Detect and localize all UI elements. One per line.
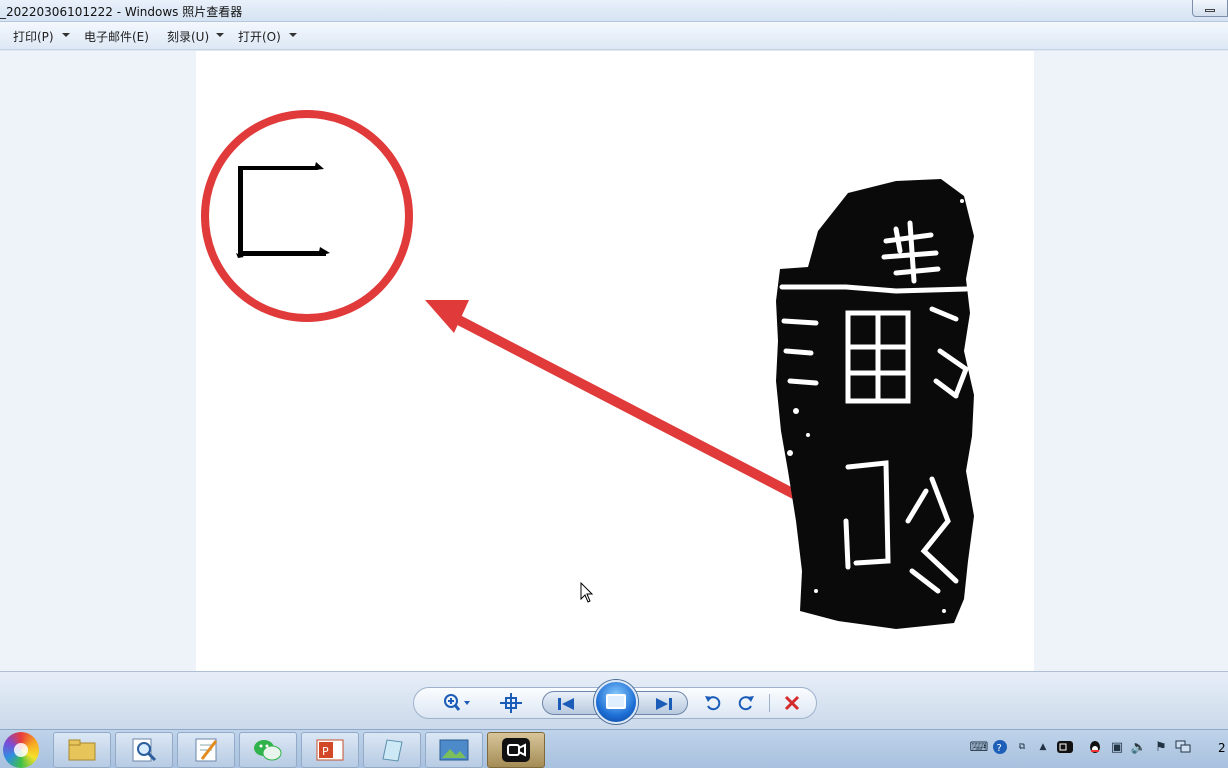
delete-button[interactable] bbox=[777, 688, 807, 718]
show-hidden-icons[interactable]: ▲ bbox=[1034, 738, 1052, 756]
keyboard-icon[interactable]: ⌨ bbox=[970, 738, 989, 756]
next-button[interactable] bbox=[649, 689, 679, 719]
zoom-button[interactable] bbox=[440, 688, 474, 718]
qq-icon[interactable] bbox=[1086, 738, 1104, 756]
chevron-down-icon[interactable] bbox=[216, 33, 224, 37]
next-icon bbox=[656, 698, 672, 710]
chevron-down-icon[interactable] bbox=[62, 33, 70, 37]
rotate-left-button[interactable] bbox=[698, 688, 728, 718]
viewer-toolbar bbox=[0, 671, 1228, 729]
menu-email[interactable]: 电子邮件(E) bbox=[84, 28, 149, 45]
mouse-cursor-icon bbox=[580, 582, 594, 603]
taskbar-notepad[interactable] bbox=[177, 732, 235, 768]
menu-bar: 打印(P) 电子邮件(E) 刻录(U) 打开(O) bbox=[0, 22, 1228, 50]
menu-burn[interactable]: 刻录(U) bbox=[167, 28, 224, 45]
previous-icon bbox=[558, 698, 574, 710]
minimize-button[interactable] bbox=[1192, 0, 1228, 17]
usb-device-icon[interactable]: ▣ bbox=[1108, 738, 1126, 756]
rotate-right-icon bbox=[738, 696, 754, 711]
action-center-flag-icon[interactable]: ⚑ bbox=[1152, 738, 1170, 756]
menu-open-label: 打开(O) bbox=[238, 30, 281, 44]
slideshow-button[interactable] bbox=[594, 680, 638, 724]
network-icon[interactable] bbox=[1174, 738, 1192, 756]
magnifier-icon bbox=[132, 738, 157, 762]
taskbar-photo-viewer[interactable] bbox=[425, 732, 483, 768]
start-orb-icon[interactable] bbox=[3, 732, 39, 768]
toolbar-separator bbox=[769, 694, 770, 712]
actual-size-button[interactable] bbox=[496, 688, 526, 718]
delete-icon bbox=[784, 695, 800, 711]
camera-tray-icon[interactable] bbox=[1056, 738, 1074, 756]
slideshow-icon bbox=[606, 694, 626, 709]
svg-text:?: ? bbox=[997, 743, 1002, 754]
zoom-icon bbox=[444, 694, 470, 711]
actual-size-icon bbox=[500, 693, 522, 713]
restore-icon[interactable]: ⧉ bbox=[1013, 738, 1031, 756]
inscription-rubbing bbox=[776, 179, 974, 629]
chevron-down-icon[interactable] bbox=[289, 33, 297, 37]
taskbar-file-explorer[interactable] bbox=[53, 732, 111, 768]
modern-character-glyph bbox=[236, 162, 330, 258]
minimize-icon bbox=[1205, 9, 1215, 12]
taskbar-powerpoint[interactable]: P bbox=[301, 732, 359, 768]
notes-icon bbox=[382, 739, 403, 762]
folder-icon bbox=[68, 739, 96, 761]
highlight-circle bbox=[201, 110, 413, 322]
volume-icon[interactable]: 🔈 bbox=[1130, 738, 1148, 756]
taskbar-video-recorder[interactable] bbox=[487, 732, 545, 768]
previous-button[interactable] bbox=[551, 689, 581, 719]
menu-open[interactable]: 打开(O) bbox=[238, 28, 297, 45]
svg-text:P: P bbox=[322, 745, 329, 758]
taskbar-search-tool[interactable] bbox=[115, 732, 173, 768]
menu-email-label: 电子邮件(E) bbox=[84, 30, 149, 44]
wechat-icon bbox=[254, 740, 282, 761]
photo-viewport[interactable] bbox=[0, 51, 1228, 671]
taskbar-wechat[interactable] bbox=[239, 732, 297, 768]
rotate-right-button[interactable] bbox=[731, 688, 761, 718]
menu-print[interactable]: 打印(P) bbox=[13, 28, 70, 45]
video-camera-icon bbox=[502, 738, 530, 762]
photo-viewer-icon bbox=[439, 739, 469, 761]
photo-image bbox=[196, 51, 1034, 671]
menu-burn-label: 刻录(U) bbox=[167, 30, 210, 44]
window-title: _20220306101222 - Windows 照片查看器 bbox=[0, 5, 243, 19]
title-bar: _20220306101222 - Windows 照片查看器 bbox=[0, 0, 1228, 22]
powerpoint-icon: P bbox=[316, 739, 344, 761]
taskbar-notes[interactable] bbox=[363, 732, 421, 768]
rotate-left-icon bbox=[705, 696, 721, 711]
help-icon[interactable]: ? bbox=[991, 738, 1009, 756]
menu-print-label: 打印(P) bbox=[13, 30, 54, 44]
taskbar: P ⌨ ? ⧉ ▲ ▣ 🔈 ⚑ 2 bbox=[0, 729, 1228, 768]
clock[interactable]: 2 bbox=[1218, 741, 1226, 755]
toolbar-pill bbox=[413, 680, 817, 724]
notepad-icon bbox=[195, 738, 218, 762]
